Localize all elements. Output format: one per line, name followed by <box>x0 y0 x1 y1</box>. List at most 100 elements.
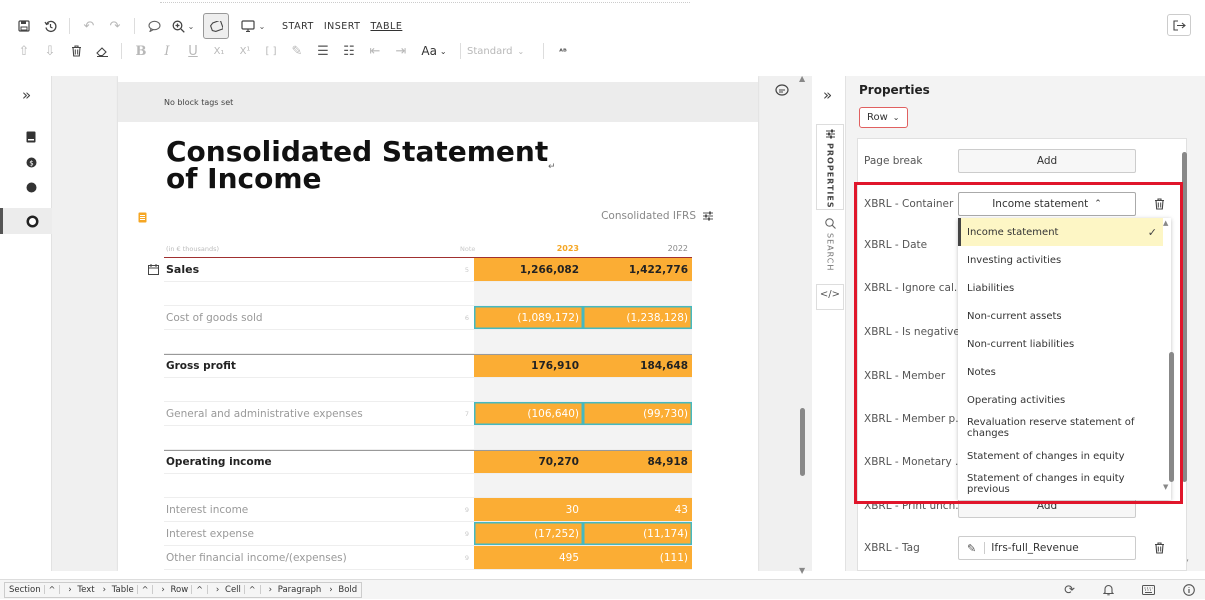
dropdown-option[interactable]: Statement of changes in equity <box>958 442 1163 470</box>
keyboard-icon[interactable] <box>1142 585 1155 595</box>
tab-table[interactable]: TABLE <box>365 21 407 32</box>
dropdown-option[interactable]: Investing activities <box>958 246 1163 274</box>
superscript-icon[interactable]: X¹ <box>232 38 258 64</box>
dropdown-option[interactable]: Notes <box>958 358 1163 386</box>
cell-2022[interactable]: (111) <box>583 546 692 569</box>
dropdown-option[interactable]: Revaluation reserve statement of changes <box>958 414 1163 442</box>
cell-2023[interactable]: (17,252) <box>474 522 583 545</box>
breadcrumb-item[interactable]: › Table ^ <box>99 585 158 595</box>
highlighter-icon[interactable]: ✎ <box>284 38 310 64</box>
breadcrumb-item[interactable]: › Row ^ <box>157 585 212 595</box>
cell-2022[interactable]: 84,918 <box>583 451 692 473</box>
breadcrumb-item[interactable]: › Text <box>64 585 98 595</box>
table-row[interactable]: Other financial income/(expenses) 9 495 … <box>164 546 692 570</box>
spellcheck-icon[interactable]: ᴬᴮ <box>550 38 576 64</box>
document-canvas[interactable]: No block tags set Consolidated Statement… <box>52 76 812 571</box>
brackets-icon[interactable]: [ ] <box>258 38 284 64</box>
tab-search[interactable]: SEARCH <box>816 214 844 280</box>
monitor-icon[interactable]: ⌄ <box>235 13 271 39</box>
outdent-icon[interactable]: ⇤ <box>362 38 388 64</box>
xbrl-tag-field[interactable]: ✎ Ifrs-full_Revenue <box>958 536 1136 560</box>
dropdown-option[interactable]: Statement of changes in equity previous <box>958 470 1163 498</box>
cell-2023[interactable]: (1,089,172) <box>474 306 583 329</box>
scroll-up-icon[interactable]: ▲ <box>1163 219 1168 227</box>
chevron-up-icon[interactable]: ^ <box>43 585 61 594</box>
scope-select[interactable]: Row ⌄ <box>859 107 908 128</box>
indent-icon[interactable]: ⇥ <box>388 38 414 64</box>
trash-icon[interactable] <box>63 38 89 64</box>
rail-item-record[interactable] <box>0 208 52 234</box>
numbered-list-icon[interactable]: ☷ <box>336 38 362 64</box>
subscript-icon[interactable]: X₁ <box>206 38 232 64</box>
dropdown-option[interactable]: Non-current assets <box>958 302 1163 330</box>
dropdown-option[interactable]: Liabilities <box>958 274 1163 302</box>
tab-insert[interactable]: INSERT <box>319 21 366 32</box>
history-icon[interactable] <box>37 13 63 39</box>
paragraph-style-select[interactable]: Standard ⌄ <box>467 38 537 64</box>
table-row[interactable]: Operating income 70,270 84,918 <box>164 450 692 474</box>
refresh-icon[interactable]: ⟳ <box>1064 583 1075 598</box>
breadcrumb-item[interactable]: › Paragraph <box>265 585 326 595</box>
rail-item-currency[interactable]: $ <box>0 151 52 173</box>
font-style-button[interactable]: Aa ⌄ <box>414 38 454 64</box>
cell-2023[interactable]: 495 <box>474 546 583 569</box>
table-row[interactable]: Cost of goods sold 6 (1,089,172) (1,238,… <box>164 306 692 330</box>
header-year-2023[interactable]: 2023 <box>474 240 583 257</box>
xbrl-container-select[interactable]: Income statement ⌃ <box>958 192 1136 216</box>
bell-icon[interactable] <box>1103 584 1114 596</box>
bold-icon[interactable]: B <box>128 38 154 64</box>
chevron-up-icon[interactable]: ^ <box>136 585 154 594</box>
cell-2022[interactable]: 43 <box>583 498 692 521</box>
comment-toggle-icon[interactable] <box>775 84 789 97</box>
cell-2022[interactable]: (1,238,128) <box>583 306 692 329</box>
exit-icon[interactable] <box>1167 14 1191 36</box>
cell-2023[interactable]: 176,910 <box>474 355 583 377</box>
page-break-add-button[interactable]: Add <box>958 149 1136 173</box>
cell-2022[interactable]: 184,648 <box>583 355 692 377</box>
cell-2023[interactable]: 1,266,082 <box>474 258 583 281</box>
underline-icon[interactable]: U <box>180 38 206 64</box>
save-icon[interactable] <box>11 13 37 39</box>
cell-2023[interactable]: 30 <box>474 498 583 521</box>
tab-properties[interactable]: PROPERTIES <box>816 124 844 210</box>
breadcrumb-item[interactable]: › Bold <box>325 585 361 595</box>
table-row[interactable]: Interest income 9 30 43 <box>164 498 692 522</box>
arrow-down-icon[interactable]: ⇩ <box>37 38 63 64</box>
scroll-up-icon[interactable]: ▲ <box>799 74 805 83</box>
cell-2022[interactable]: (99,730) <box>583 402 692 425</box>
breadcrumb-item[interactable]: › Cell ^ <box>212 585 265 595</box>
cell-2022[interactable]: (11,174) <box>583 522 692 545</box>
chevron-up-icon[interactable]: ^ <box>191 585 208 594</box>
tab-start[interactable]: START <box>277 21 319 32</box>
eraser-icon[interactable] <box>89 38 115 64</box>
scroll-down-icon[interactable]: ▼ <box>1163 483 1168 491</box>
table-row[interactable]: Gross profit 176,910 184,648 <box>164 354 692 378</box>
arrow-up-icon[interactable]: ⇧ <box>11 38 37 64</box>
tab-code[interactable]: </> <box>816 284 844 310</box>
page-title[interactable]: Consolidated Statement of Income <box>166 138 586 193</box>
expand-left-icon[interactable]: » <box>22 86 31 104</box>
cell-2023[interactable]: (106,640) <box>474 402 583 425</box>
chevron-up-icon[interactable]: ^ <box>243 585 261 594</box>
header-year-2022[interactable]: 2022 <box>583 240 692 257</box>
collapse-panel-icon[interactable]: » <box>823 86 832 104</box>
breadcrumb-item[interactable]: Section ^ <box>5 585 64 595</box>
cell-2022[interactable]: 1,422,776 <box>583 258 692 281</box>
financial-table-icon[interactable] <box>138 212 147 226</box>
zoom-in-icon[interactable]: ⌄ <box>167 13 199 39</box>
properties-scrollbar[interactable] <box>1182 152 1187 482</box>
info-icon[interactable] <box>1183 584 1195 596</box>
table-row[interactable]: General and administrative expenses 7 (1… <box>164 402 692 426</box>
undo-icon[interactable]: ↶ <box>76 13 102 39</box>
tag-icon[interactable] <box>203 13 229 39</box>
canvas-scrollbar[interactable] <box>800 408 805 476</box>
rail-item-document[interactable] <box>0 126 52 148</box>
redo-icon[interactable]: ↷ <box>102 13 128 39</box>
cell-2023[interactable]: 70,270 <box>474 451 583 473</box>
table-row[interactable]: Interest expense 9 (17,252) (11,174) <box>164 522 692 546</box>
scroll-down-icon[interactable]: ▼ <box>799 566 805 575</box>
trash-icon[interactable] <box>1154 198 1165 210</box>
trash-icon[interactable] <box>1154 542 1165 554</box>
comment-icon[interactable] <box>141 13 167 39</box>
ifrs-settings[interactable]: Consolidated IFRS <box>601 210 714 222</box>
